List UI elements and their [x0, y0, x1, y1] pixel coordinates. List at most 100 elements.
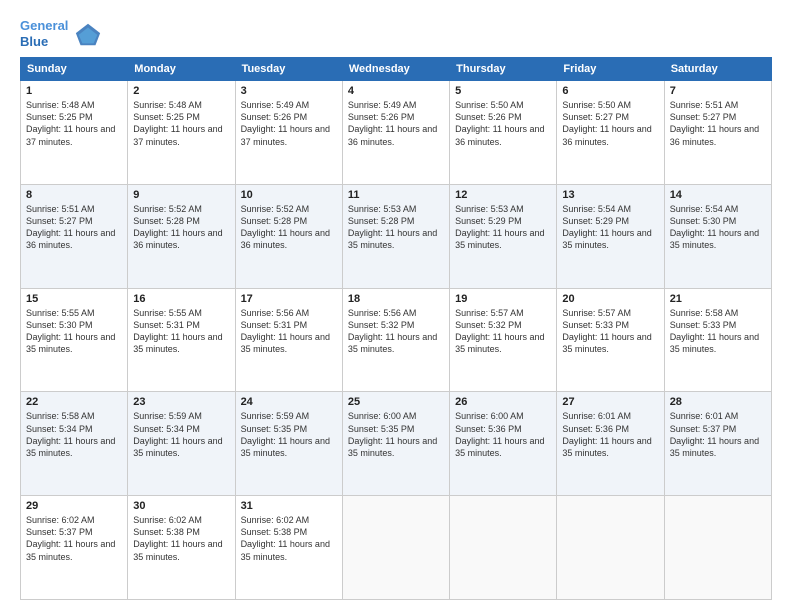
day-info: Sunrise: 5:55 AM Sunset: 5:30 PM Dayligh… — [26, 307, 122, 356]
calendar-cell: 29 Sunrise: 6:02 AM Sunset: 5:37 PM Dayl… — [21, 496, 128, 600]
day-info: Sunrise: 5:48 AM Sunset: 5:25 PM Dayligh… — [26, 99, 122, 148]
day-number: 1 — [26, 85, 122, 97]
calendar-cell: 26 Sunrise: 6:00 AM Sunset: 5:36 PM Dayl… — [450, 392, 557, 496]
calendar-cell: 2 Sunrise: 5:48 AM Sunset: 5:25 PM Dayli… — [128, 81, 235, 185]
calendar-cell: 3 Sunrise: 5:49 AM Sunset: 5:26 PM Dayli… — [235, 81, 342, 185]
weekday-header-tuesday: Tuesday — [235, 58, 342, 81]
day-info: Sunrise: 5:49 AM Sunset: 5:26 PM Dayligh… — [348, 99, 444, 148]
calendar-cell: 14 Sunrise: 5:54 AM Sunset: 5:30 PM Dayl… — [664, 184, 771, 288]
day-number: 24 — [241, 396, 337, 408]
day-info: Sunrise: 5:52 AM Sunset: 5:28 PM Dayligh… — [133, 203, 229, 252]
logo-icon — [74, 20, 102, 48]
calendar-cell: 17 Sunrise: 5:56 AM Sunset: 5:31 PM Dayl… — [235, 288, 342, 392]
day-number: 17 — [241, 293, 337, 305]
logo: General Blue — [20, 18, 102, 49]
day-info: Sunrise: 5:50 AM Sunset: 5:26 PM Dayligh… — [455, 99, 551, 148]
day-number: 4 — [348, 85, 444, 97]
day-number: 7 — [670, 85, 766, 97]
day-info: Sunrise: 5:52 AM Sunset: 5:28 PM Dayligh… — [241, 203, 337, 252]
day-info: Sunrise: 5:51 AM Sunset: 5:27 PM Dayligh… — [670, 99, 766, 148]
calendar-cell: 22 Sunrise: 5:58 AM Sunset: 5:34 PM Dayl… — [21, 392, 128, 496]
day-info: Sunrise: 6:01 AM Sunset: 5:37 PM Dayligh… — [670, 410, 766, 459]
day-info: Sunrise: 5:54 AM Sunset: 5:29 PM Dayligh… — [562, 203, 658, 252]
calendar-cell: 25 Sunrise: 6:00 AM Sunset: 5:35 PM Dayl… — [342, 392, 449, 496]
day-number: 3 — [241, 85, 337, 97]
day-info: Sunrise: 5:55 AM Sunset: 5:31 PM Dayligh… — [133, 307, 229, 356]
day-number: 28 — [670, 396, 766, 408]
day-info: Sunrise: 6:01 AM Sunset: 5:36 PM Dayligh… — [562, 410, 658, 459]
day-number: 19 — [455, 293, 551, 305]
calendar-cell: 6 Sunrise: 5:50 AM Sunset: 5:27 PM Dayli… — [557, 81, 664, 185]
calendar-cell: 24 Sunrise: 5:59 AM Sunset: 5:35 PM Dayl… — [235, 392, 342, 496]
day-number: 27 — [562, 396, 658, 408]
calendar-cell — [342, 496, 449, 600]
day-number: 9 — [133, 189, 229, 201]
calendar-cell: 23 Sunrise: 5:59 AM Sunset: 5:34 PM Dayl… — [128, 392, 235, 496]
calendar-cell — [664, 496, 771, 600]
day-number: 18 — [348, 293, 444, 305]
weekday-header-thursday: Thursday — [450, 58, 557, 81]
day-info: Sunrise: 5:53 AM Sunset: 5:28 PM Dayligh… — [348, 203, 444, 252]
weekday-header-sunday: Sunday — [21, 58, 128, 81]
calendar-cell: 15 Sunrise: 5:55 AM Sunset: 5:30 PM Dayl… — [21, 288, 128, 392]
page: General Blue SundayMondayTuesdayWednesda… — [0, 0, 792, 612]
day-info: Sunrise: 6:02 AM Sunset: 5:38 PM Dayligh… — [241, 514, 337, 563]
day-number: 11 — [348, 189, 444, 201]
calendar-cell — [557, 496, 664, 600]
day-info: Sunrise: 5:59 AM Sunset: 5:35 PM Dayligh… — [241, 410, 337, 459]
day-info: Sunrise: 5:56 AM Sunset: 5:31 PM Dayligh… — [241, 307, 337, 356]
calendar-cell: 7 Sunrise: 5:51 AM Sunset: 5:27 PM Dayli… — [664, 81, 771, 185]
day-info: Sunrise: 6:02 AM Sunset: 5:38 PM Dayligh… — [133, 514, 229, 563]
calendar-cell: 11 Sunrise: 5:53 AM Sunset: 5:28 PM Dayl… — [342, 184, 449, 288]
calendar-cell: 4 Sunrise: 5:49 AM Sunset: 5:26 PM Dayli… — [342, 81, 449, 185]
calendar-cell: 12 Sunrise: 5:53 AM Sunset: 5:29 PM Dayl… — [450, 184, 557, 288]
weekday-header-monday: Monday — [128, 58, 235, 81]
day-info: Sunrise: 5:57 AM Sunset: 5:33 PM Dayligh… — [562, 307, 658, 356]
day-number: 21 — [670, 293, 766, 305]
day-info: Sunrise: 5:58 AM Sunset: 5:33 PM Dayligh… — [670, 307, 766, 356]
day-number: 26 — [455, 396, 551, 408]
calendar-cell: 1 Sunrise: 5:48 AM Sunset: 5:25 PM Dayli… — [21, 81, 128, 185]
calendar-cell: 5 Sunrise: 5:50 AM Sunset: 5:26 PM Dayli… — [450, 81, 557, 185]
calendar-cell: 30 Sunrise: 6:02 AM Sunset: 5:38 PM Dayl… — [128, 496, 235, 600]
day-info: Sunrise: 6:02 AM Sunset: 5:37 PM Dayligh… — [26, 514, 122, 563]
day-info: Sunrise: 5:58 AM Sunset: 5:34 PM Dayligh… — [26, 410, 122, 459]
day-info: Sunrise: 5:48 AM Sunset: 5:25 PM Dayligh… — [133, 99, 229, 148]
day-number: 31 — [241, 500, 337, 512]
day-number: 23 — [133, 396, 229, 408]
day-info: Sunrise: 5:53 AM Sunset: 5:29 PM Dayligh… — [455, 203, 551, 252]
calendar-cell: 16 Sunrise: 5:55 AM Sunset: 5:31 PM Dayl… — [128, 288, 235, 392]
header: General Blue — [20, 18, 772, 49]
logo-text: General Blue — [20, 18, 68, 49]
calendar-cell: 21 Sunrise: 5:58 AM Sunset: 5:33 PM Dayl… — [664, 288, 771, 392]
calendar-table: SundayMondayTuesdayWednesdayThursdayFrid… — [20, 57, 772, 600]
day-info: Sunrise: 5:57 AM Sunset: 5:32 PM Dayligh… — [455, 307, 551, 356]
day-number: 15 — [26, 293, 122, 305]
weekday-header-friday: Friday — [557, 58, 664, 81]
day-number: 14 — [670, 189, 766, 201]
day-number: 13 — [562, 189, 658, 201]
weekday-header-saturday: Saturday — [664, 58, 771, 81]
day-number: 5 — [455, 85, 551, 97]
calendar-cell: 13 Sunrise: 5:54 AM Sunset: 5:29 PM Dayl… — [557, 184, 664, 288]
day-number: 25 — [348, 396, 444, 408]
day-number: 8 — [26, 189, 122, 201]
calendar-cell: 27 Sunrise: 6:01 AM Sunset: 5:36 PM Dayl… — [557, 392, 664, 496]
calendar-cell: 31 Sunrise: 6:02 AM Sunset: 5:38 PM Dayl… — [235, 496, 342, 600]
calendar-cell: 19 Sunrise: 5:57 AM Sunset: 5:32 PM Dayl… — [450, 288, 557, 392]
calendar-cell — [450, 496, 557, 600]
day-number: 6 — [562, 85, 658, 97]
calendar-cell: 20 Sunrise: 5:57 AM Sunset: 5:33 PM Dayl… — [557, 288, 664, 392]
day-number: 2 — [133, 85, 229, 97]
weekday-header-wednesday: Wednesday — [342, 58, 449, 81]
day-number: 29 — [26, 500, 122, 512]
day-info: Sunrise: 5:56 AM Sunset: 5:32 PM Dayligh… — [348, 307, 444, 356]
day-info: Sunrise: 6:00 AM Sunset: 5:35 PM Dayligh… — [348, 410, 444, 459]
day-info: Sunrise: 5:59 AM Sunset: 5:34 PM Dayligh… — [133, 410, 229, 459]
day-info: Sunrise: 6:00 AM Sunset: 5:36 PM Dayligh… — [455, 410, 551, 459]
calendar-cell: 8 Sunrise: 5:51 AM Sunset: 5:27 PM Dayli… — [21, 184, 128, 288]
day-number: 30 — [133, 500, 229, 512]
day-number: 12 — [455, 189, 551, 201]
calendar-cell: 18 Sunrise: 5:56 AM Sunset: 5:32 PM Dayl… — [342, 288, 449, 392]
day-info: Sunrise: 5:51 AM Sunset: 5:27 PM Dayligh… — [26, 203, 122, 252]
